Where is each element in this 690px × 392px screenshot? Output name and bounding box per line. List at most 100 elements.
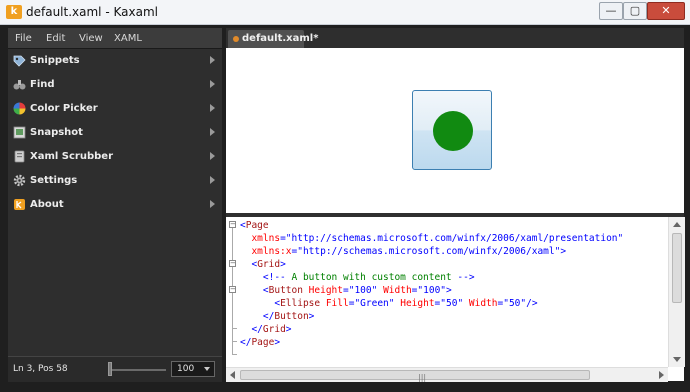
code-line[interactable]: </Page> xyxy=(240,336,280,349)
chevron-down-icon xyxy=(204,367,210,371)
fold-toggle-page[interactable]: − xyxy=(229,221,236,228)
horizontal-scrollbar[interactable]: ||| xyxy=(226,367,668,382)
title-bar: k default.xaml - Kaxaml — ▢ ✕ xyxy=(0,0,690,25)
zoom-slider-thumb[interactable] xyxy=(108,362,112,376)
tab-label: default.xaml* xyxy=(242,33,319,44)
code-token: Fill xyxy=(320,298,349,309)
scroll-up-icon[interactable] xyxy=(673,222,681,227)
code-token: Page xyxy=(251,337,275,348)
binoculars-icon xyxy=(13,80,26,90)
menu-edit[interactable]: Edit xyxy=(46,33,65,44)
chevron-right-icon xyxy=(210,200,215,208)
code-line[interactable]: <!-- A button with custom content --> xyxy=(240,271,475,284)
sidebar-item-snippets[interactable]: Snippets xyxy=(8,49,222,73)
code-line[interactable]: </Grid> xyxy=(240,323,292,336)
chevron-right-icon xyxy=(210,56,215,64)
kaxaml-window: k default.xaml - Kaxaml — ▢ ✕ File Edit … xyxy=(0,0,690,392)
code-token: > xyxy=(285,324,292,335)
xaml-preview-pane xyxy=(226,48,684,213)
code-token: </ xyxy=(262,311,275,322)
fold-toggle-button[interactable]: − xyxy=(229,286,236,293)
code-token: "http://schemas.microsoft.com/winfx/2006… xyxy=(297,246,561,257)
chevron-right-icon xyxy=(210,152,215,160)
preview-button[interactable] xyxy=(412,90,492,170)
sidebar-item-label: Color Picker xyxy=(30,103,98,114)
code-token: Page xyxy=(245,220,269,231)
status-bar: Ln 3, Pos 58 100 xyxy=(8,356,222,382)
sidebar-item-about[interactable]: About xyxy=(8,193,222,217)
code-token: Width xyxy=(463,298,498,309)
code-line[interactable]: <Grid> xyxy=(240,258,285,271)
sidebar-item-label: Find xyxy=(30,79,55,90)
code-token: </ xyxy=(251,324,263,335)
sidebar-item-label: Snippets xyxy=(30,55,80,66)
horizontal-scroll-thumb[interactable]: ||| xyxy=(240,370,590,382)
code-token: > xyxy=(274,337,281,348)
gear-icon xyxy=(13,174,26,187)
sidebar-item-xaml-scrubber[interactable]: Xaml Scrubber xyxy=(8,145,222,169)
sidebar-item-find[interactable]: Find xyxy=(8,73,222,97)
sidebar-item-snapshot[interactable]: Snapshot xyxy=(8,121,222,145)
window-title: default.xaml - Kaxaml xyxy=(26,5,158,19)
scrubber-icon xyxy=(14,150,25,163)
zoom-dropdown[interactable]: 100 xyxy=(171,361,215,377)
kaxaml-logo-icon xyxy=(14,199,25,210)
fold-end-page xyxy=(232,354,237,355)
code-token: "Green" xyxy=(354,298,395,309)
vertical-scroll-thumb[interactable] xyxy=(672,233,682,303)
zoom-slider-track[interactable] xyxy=(108,369,166,371)
code-line[interactable]: <Ellipse Fill="Green" Height="50" Width=… xyxy=(240,297,537,310)
chevron-right-icon xyxy=(210,80,215,88)
code-token: > xyxy=(560,246,567,257)
fold-toggle-grid[interactable]: − xyxy=(229,260,236,267)
fold-end-grid xyxy=(232,341,237,342)
sidebar-item-settings[interactable]: Settings xyxy=(8,169,222,193)
menu-file[interactable]: File xyxy=(15,33,32,44)
chevron-right-icon xyxy=(210,128,215,136)
code-token: "100" xyxy=(417,285,447,296)
code-token: "50" xyxy=(440,298,464,309)
scroll-down-icon[interactable] xyxy=(673,357,681,362)
menu-view[interactable]: View xyxy=(79,33,103,44)
scroll-left-icon[interactable] xyxy=(230,371,235,379)
code-token: Ellipse xyxy=(280,298,321,309)
sidebar-item-label: Settings xyxy=(30,175,78,186)
code-token: A button with custom content xyxy=(285,272,458,283)
code-token: "http://schemas.microsoft.com/winfx/2006… xyxy=(285,233,624,244)
code-line[interactable]: <Button Height="100" Width="100"> xyxy=(240,284,452,297)
sidebar-item-label: Snapshot xyxy=(30,127,83,138)
code-token: </ xyxy=(240,337,252,348)
cursor-position: Ln 3, Pos 58 xyxy=(13,364,68,374)
snippets-icon xyxy=(13,55,26,67)
green-ellipse xyxy=(433,111,473,151)
maximize-button[interactable]: ▢ xyxy=(623,2,647,20)
chevron-right-icon xyxy=(210,104,215,112)
code-token: Grid xyxy=(262,324,286,335)
code-line[interactable]: xmlns:x="http://schemas.microsoft.com/wi… xyxy=(240,245,566,258)
code-token: > xyxy=(446,285,452,296)
code-token: --> xyxy=(457,272,475,283)
minimize-button[interactable]: — xyxy=(599,2,623,20)
sidebar-item-color-picker[interactable]: Color Picker xyxy=(8,97,222,121)
code-editor[interactable]: − − − <Page xmlns="http://schemas.micros… xyxy=(226,217,685,382)
close-button[interactable]: ✕ xyxy=(647,2,685,20)
vertical-scrollbar[interactable] xyxy=(668,217,685,367)
code-token: "100" xyxy=(348,285,378,296)
code-line[interactable]: xmlns="http://schemas.microsoft.com/winf… xyxy=(240,232,623,245)
tab-default-xaml[interactable]: default.xaml* xyxy=(228,30,318,48)
menu-xaml[interactable]: XAML xyxy=(114,33,142,44)
code-line[interactable]: <Page xyxy=(240,219,269,232)
code-line[interactable]: </Button> xyxy=(240,310,315,323)
scroll-right-icon[interactable] xyxy=(659,371,664,379)
sidebar-item-label: Xaml Scrubber xyxy=(30,151,113,162)
document-tabstrip: default.xaml* xyxy=(226,28,684,48)
fold-end-button xyxy=(232,328,237,329)
code-token: xmlns:x xyxy=(251,246,292,257)
sidebar-item-label: About xyxy=(30,199,64,210)
